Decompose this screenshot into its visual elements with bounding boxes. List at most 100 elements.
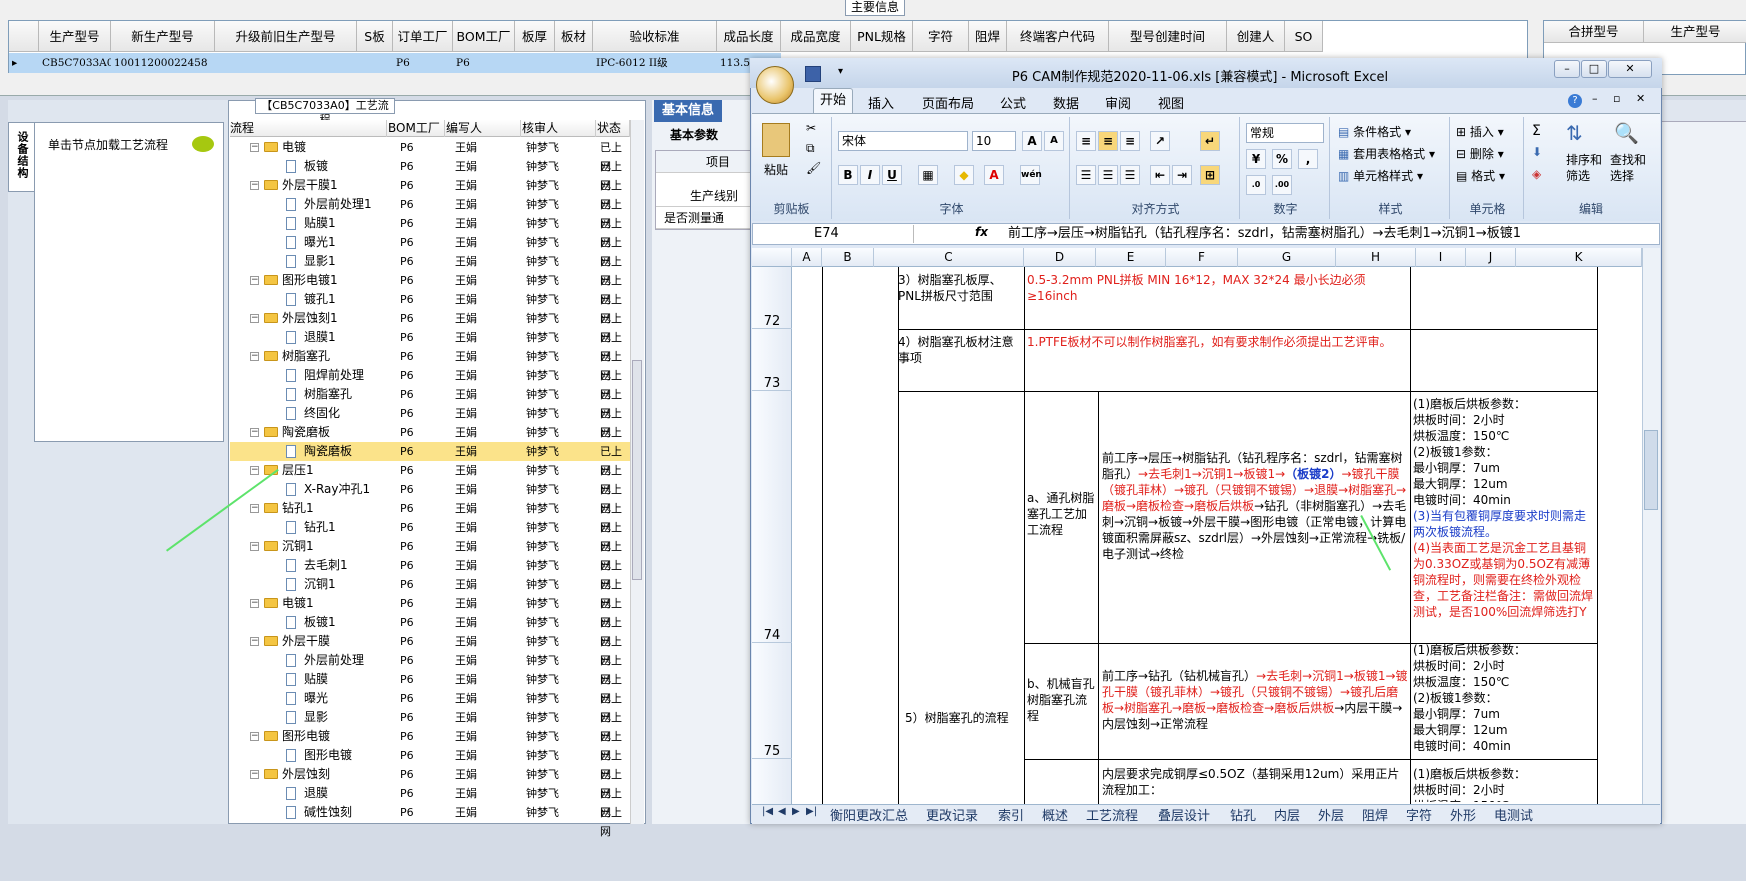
column-header-f[interactable]: F — [1166, 248, 1238, 267]
sheet-tab[interactable]: 内层 — [1274, 805, 1300, 824]
collapse-icon[interactable]: − — [250, 352, 259, 361]
row-header[interactable]: 73 — [752, 329, 792, 391]
cell-style-button[interactable]: ▥ 单元格样式 ▾ — [1338, 167, 1423, 184]
cell-c72[interactable]: 3）树脂塞孔板厚、PNL拼板尺寸范围 — [898, 272, 1022, 306]
collapse-icon[interactable]: − — [250, 770, 259, 779]
fill-icon[interactable]: ⬇ — [1532, 145, 1542, 159]
main-col-header[interactable]: 型号创建时间 — [1109, 21, 1227, 52]
main-col-header[interactable]: 验收标准 — [593, 21, 717, 52]
main-col-header[interactable]: 新生产型号 — [111, 21, 215, 52]
font-name-select[interactable]: 宋体 — [838, 131, 968, 151]
fx-icon[interactable]: fx — [975, 225, 988, 239]
collapse-icon[interactable]: − — [250, 504, 259, 513]
base-grid-row[interactable]: 是否测量通 — [656, 207, 756, 229]
tree-row[interactable]: − 图形电镀1 P6 王娟 钟梦飞 已上网 — [230, 271, 630, 306]
tree-row[interactable]: 板镀1 P6 王娟 钟梦飞 已上网 — [230, 613, 630, 648]
collapse-icon[interactable]: − — [250, 143, 259, 152]
sheet-tab[interactable]: 更改记录 — [926, 805, 978, 824]
quick-access-dropdown-icon[interactable]: ▾ — [838, 66, 843, 77]
tree-row[interactable]: 曝光1 P6 王娟 钟梦飞 已上网 — [230, 233, 630, 268]
clear-icon[interactable]: ◈ — [1532, 167, 1541, 181]
tree-row[interactable]: − 层压1 P6 王娟 钟梦飞 已上网 — [230, 461, 630, 496]
conditional-format-button[interactable]: ▤ 条件格式 ▾ — [1338, 123, 1411, 140]
percent-button[interactable]: % — [1272, 149, 1292, 169]
tab-insert[interactable]: 插入 — [868, 93, 894, 112]
maximize-icon[interactable]: □ — [1581, 60, 1607, 78]
cell-thickness[interactable] — [515, 53, 555, 73]
tree-row[interactable]: − 外层蚀刻1 P6 王娟 钟梦飞 已上网 — [230, 309, 630, 344]
row-header[interactable]: 72 — [752, 267, 792, 329]
find-select-icon[interactable]: 🔍 — [1614, 121, 1642, 147]
col-status[interactable]: 状态 — [597, 120, 630, 137]
border-icon[interactable]: ▦ — [918, 165, 938, 185]
tree-row[interactable]: 显影 P6 王娟 钟梦飞 已上网 — [230, 708, 630, 743]
sheet-tab[interactable]: 索引 — [998, 805, 1024, 824]
base-grid-row[interactable]: 生产线别 — [656, 185, 756, 207]
ribbon-minimize-icon[interactable]: – — [1592, 92, 1598, 105]
tree-row[interactable]: 沉铜1 P6 王娟 钟梦飞 已上网 — [230, 575, 630, 610]
column-header-c[interactable]: C — [874, 248, 1024, 267]
col-bom-factory[interactable]: BOM工厂 — [388, 120, 445, 137]
main-col-header[interactable]: 终端客户代码 — [1007, 21, 1109, 52]
chat-bubble-icon[interactable] — [192, 136, 214, 152]
sheet-tab[interactable]: 电测试 — [1494, 805, 1533, 824]
main-table-row[interactable]: ▸ CB5C7033A0 10011200022458 P6 P6 IPC-60… — [9, 53, 781, 73]
format-painter-icon[interactable]: 🖌 — [806, 161, 821, 175]
sheet-vertical-scrollbar[interactable] — [1642, 248, 1660, 804]
tree-row[interactable]: X-Ray冲孔1 P6 王娟 钟梦飞 已上网 — [230, 480, 630, 515]
cell-d75[interactable]: b、机械盲孔树脂塞孔流程 — [1027, 676, 1097, 724]
currency-icon[interactable]: ¥ — [1246, 149, 1266, 169]
minimize-icon[interactable]: – — [1554, 60, 1580, 78]
font-size-select[interactable]: 10 — [972, 131, 1016, 151]
tree-row[interactable]: 贴膜1 P6 王娟 钟梦飞 已上网 — [230, 214, 630, 249]
align-left-icon[interactable]: ☰ — [1076, 165, 1096, 185]
tree-row[interactable]: 陶瓷磨板 P6 王娟 钟梦飞 已上网 — [230, 442, 630, 477]
next-sheet-icon[interactable]: ▶ — [792, 806, 800, 817]
phonetic-icon[interactable]: wén — [1020, 165, 1042, 185]
row-header[interactable]: 74 — [752, 391, 792, 643]
tree-row[interactable]: − 沉铜1 P6 王娟 钟梦飞 已上网 — [230, 537, 630, 572]
tree-row[interactable]: − 外层蚀刻 P6 王娟 钟梦飞 已上网 — [230, 765, 630, 800]
grow-font-button[interactable]: A — [1022, 131, 1042, 151]
column-header-e[interactable]: E — [1096, 248, 1166, 267]
tree-row[interactable]: 图形电镀 P6 王娟 钟梦飞 已上网 — [230, 746, 630, 781]
tree-row[interactable]: 树脂塞孔 P6 王娟 钟梦飞 已上网 — [230, 385, 630, 420]
main-col-header[interactable]: 生产型号 — [39, 21, 111, 52]
insert-cells-button[interactable]: ⊞ 插入 ▾ — [1456, 123, 1504, 140]
sort-filter-icon[interactable]: ⇅ — [1566, 121, 1594, 147]
copy-icon[interactable]: ⧉ — [806, 141, 815, 156]
column-header-k[interactable]: K — [1516, 248, 1642, 267]
ribbon-restore-icon[interactable]: ▫ — [1613, 92, 1620, 105]
cell-h75[interactable]: (1)磨板后烘板参数： 烘板时间：2小时 烘板温度：150℃ (2)板镀1参数：… — [1413, 642, 1595, 758]
main-col-header[interactable]: 创建人 — [1227, 21, 1285, 52]
comma-button[interactable]: , — [1298, 149, 1318, 169]
collapse-icon[interactable]: − — [250, 466, 259, 475]
column-header-d[interactable]: D — [1024, 248, 1096, 267]
cell-c75[interactable]: 5）树脂塞孔的流程 — [905, 710, 1025, 730]
shrink-font-button[interactable]: A — [1044, 131, 1064, 151]
tree-row[interactable]: − 钻孔1 P6 王娟 钟梦飞 已上网 — [230, 499, 630, 534]
find-select-button[interactable]: 查找和 — [1610, 151, 1646, 168]
tree-row[interactable]: 去毛刺1 P6 王娟 钟梦飞 已上网 — [230, 556, 630, 591]
cell-standard[interactable]: IPC-6012 II级 — [593, 53, 717, 73]
cell-h76[interactable]: (1)磨板后烘板参数： 烘板时间：2小时 烘板温度：150℃ — [1413, 766, 1595, 802]
align-middle-icon[interactable]: ≡ — [1098, 131, 1118, 151]
sheet-tab[interactable]: 外层 — [1318, 805, 1344, 824]
office-button-icon[interactable] — [756, 66, 794, 104]
tree-row[interactable]: 退膜 P6 王娟 钟梦飞 已上网 — [230, 784, 630, 819]
tree-row[interactable]: 外层前处理1 P6 王娟 钟梦飞 已上网 — [230, 195, 630, 230]
cell-order-factory[interactable]: P6 — [393, 53, 453, 73]
row-header[interactable]: 75 — [752, 643, 792, 759]
font-color-icon[interactable]: A — [984, 165, 1004, 185]
cell-d72[interactable]: 0.5-3.2mm PNL拼板 MIN 16*12，MAX 32*24 最小长边… — [1027, 272, 1411, 306]
sheet-tab[interactable]: 衡阳更改汇总 — [830, 805, 908, 824]
align-bottom-icon[interactable]: ≡ — [1120, 131, 1140, 151]
last-sheet-icon[interactable]: ▶| — [806, 806, 817, 817]
tree-row[interactable]: 曝光 P6 王娟 钟梦飞 已上网 — [230, 689, 630, 724]
underline-button[interactable]: U — [882, 165, 902, 185]
tree-row[interactable]: 镀孔1 P6 王娟 钟梦飞 已上网 — [230, 290, 630, 325]
main-col-header[interactable]: S板 — [357, 21, 393, 52]
orientation-icon[interactable]: ↗ — [1150, 131, 1170, 151]
number-format-select[interactable]: 常规 — [1246, 123, 1324, 143]
collapse-icon[interactable]: − — [250, 732, 259, 741]
